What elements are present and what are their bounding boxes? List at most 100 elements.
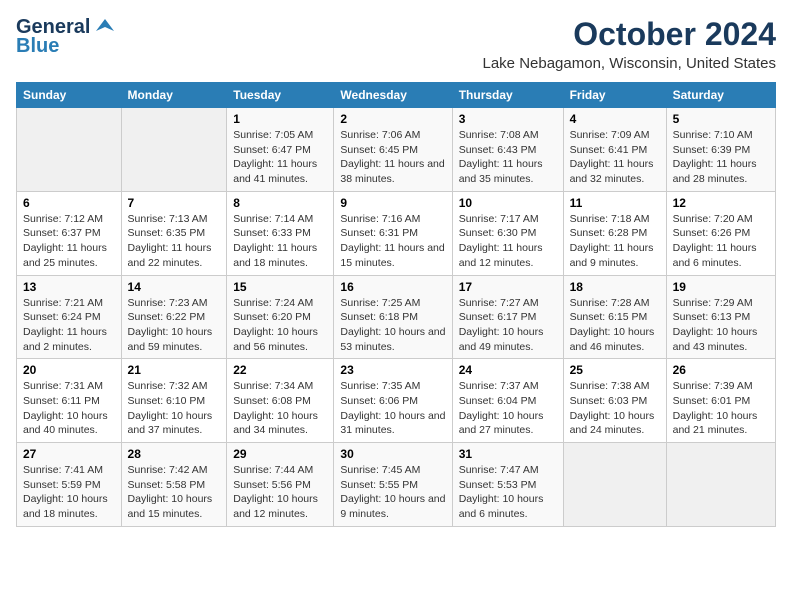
day-number: 1 — [233, 112, 327, 126]
calendar-week-row: 1Sunrise: 7:05 AM Sunset: 6:47 PM Daylig… — [17, 108, 776, 192]
calendar-cell — [563, 443, 666, 527]
day-number: 15 — [233, 280, 327, 294]
calendar-cell — [666, 443, 775, 527]
day-info: Sunrise: 7:27 AM Sunset: 6:17 PM Dayligh… — [459, 296, 557, 355]
logo-bird-icon — [94, 17, 116, 39]
day-info: Sunrise: 7:29 AM Sunset: 6:13 PM Dayligh… — [673, 296, 769, 355]
day-number: 3 — [459, 112, 557, 126]
calendar-cell: 20 Sunrise: 7:31 AM Sunset: 6:11 PM Dayli… — [17, 359, 122, 443]
calendar-cell: 3 Sunrise: 7:08 AM Sunset: 6:43 PM Daylig… — [452, 108, 563, 192]
calendar-cell — [17, 108, 122, 192]
day-number: 19 — [673, 280, 769, 294]
calendar-week-row: 6Sunrise: 7:12 AM Sunset: 6:37 PM Daylig… — [17, 191, 776, 275]
day-header-thursday: Thursday — [452, 83, 563, 108]
calendar-cell: 6Sunrise: 7:12 AM Sunset: 6:37 PM Daylig… — [17, 191, 122, 275]
day-number: 20 — [23, 363, 115, 377]
day-number: 30 — [340, 447, 445, 461]
day-header-sunday: Sunday — [17, 83, 122, 108]
calendar-week-row: 13Sunrise: 7:21 AM Sunset: 6:24 PM Dayli… — [17, 275, 776, 359]
day-info: Sunrise: 7:24 AM Sunset: 6:20 PM Dayligh… — [233, 296, 327, 355]
day-number: 27 — [23, 447, 115, 461]
calendar-cell: 31 Sunrise: 7:47 AM Sunset: 5:53 PM Dayli… — [452, 443, 563, 527]
logo: General Blue — [16, 16, 116, 58]
calendar-week-row: 27 Sunrise: 7:41 AM Sunset: 5:59 PM Dayli… — [17, 443, 776, 527]
day-number: 2 — [340, 112, 445, 126]
day-info: Sunrise: 7:35 AM Sunset: 6:06 PM Dayligh… — [340, 379, 445, 438]
day-number: 24 — [459, 363, 557, 377]
calendar-body: 1Sunrise: 7:05 AM Sunset: 6:47 PM Daylig… — [17, 108, 776, 527]
calendar-cell: 25Sunrise: 7:38 AM Sunset: 6:03 PM Dayli… — [563, 359, 666, 443]
title-area: October 2024 Lake Nebagamon, Wisconsin, … — [483, 16, 777, 72]
calendar-cell: 9 Sunrise: 7:16 AM Sunset: 6:31 PM Daylig… — [334, 191, 452, 275]
calendar-cell: 21Sunrise: 7:32 AM Sunset: 6:10 PM Dayli… — [121, 359, 227, 443]
calendar-cell: 8 Sunrise: 7:14 AM Sunset: 6:33 PM Daylig… — [227, 191, 334, 275]
day-number: 4 — [570, 112, 660, 126]
day-info: Sunrise: 7:08 AM Sunset: 6:43 PM Dayligh… — [459, 128, 557, 187]
day-number: 29 — [233, 447, 327, 461]
day-number: 17 — [459, 280, 557, 294]
day-number: 12 — [673, 196, 769, 210]
calendar-cell: 10 Sunrise: 7:17 AM Sunset: 6:30 PM Dayli… — [452, 191, 563, 275]
calendar-cell: 27 Sunrise: 7:41 AM Sunset: 5:59 PM Dayli… — [17, 443, 122, 527]
day-info: Sunrise: 7:45 AM Sunset: 5:55 PM Dayligh… — [340, 463, 445, 522]
calendar-cell: 29 Sunrise: 7:44 AM Sunset: 5:56 PM Dayli… — [227, 443, 334, 527]
calendar-cell: 24 Sunrise: 7:37 AM Sunset: 6:04 PM Dayli… — [452, 359, 563, 443]
day-header-monday: Monday — [121, 83, 227, 108]
day-info: Sunrise: 7:14 AM Sunset: 6:33 PM Dayligh… — [233, 212, 327, 271]
day-info: Sunrise: 7:41 AM Sunset: 5:59 PM Dayligh… — [23, 463, 115, 522]
day-info: Sunrise: 7:18 AM Sunset: 6:28 PM Dayligh… — [570, 212, 660, 271]
day-number: 11 — [570, 196, 660, 210]
day-number: 9 — [340, 196, 445, 210]
calendar-week-row: 20 Sunrise: 7:31 AM Sunset: 6:11 PM Dayli… — [17, 359, 776, 443]
calendar-table: SundayMondayTuesdayWednesdayThursdayFrid… — [16, 82, 776, 527]
calendar-cell: 16 Sunrise: 7:25 AM Sunset: 6:18 PM Dayli… — [334, 275, 452, 359]
day-number: 23 — [340, 363, 445, 377]
day-info: Sunrise: 7:09 AM Sunset: 6:41 PM Dayligh… — [570, 128, 660, 187]
day-number: 10 — [459, 196, 557, 210]
day-number: 8 — [233, 196, 327, 210]
day-number: 16 — [340, 280, 445, 294]
day-number: 7 — [128, 196, 221, 210]
calendar-cell: 19 Sunrise: 7:29 AM Sunset: 6:13 PM Dayli… — [666, 275, 775, 359]
day-header-tuesday: Tuesday — [227, 83, 334, 108]
day-info: Sunrise: 7:34 AM Sunset: 6:08 PM Dayligh… — [233, 379, 327, 438]
day-info: Sunrise: 7:20 AM Sunset: 6:26 PM Dayligh… — [673, 212, 769, 271]
day-number: 22 — [233, 363, 327, 377]
calendar-header-row: SundayMondayTuesdayWednesdayThursdayFrid… — [17, 83, 776, 108]
calendar-title: October 2024 — [483, 16, 777, 53]
day-info: Sunrise: 7:23 AM Sunset: 6:22 PM Dayligh… — [128, 296, 221, 355]
calendar-cell: 14Sunrise: 7:23 AM Sunset: 6:22 PM Dayli… — [121, 275, 227, 359]
calendar-cell: 11 Sunrise: 7:18 AM Sunset: 6:28 PM Dayli… — [563, 191, 666, 275]
day-header-wednesday: Wednesday — [334, 83, 452, 108]
day-info: Sunrise: 7:25 AM Sunset: 6:18 PM Dayligh… — [340, 296, 445, 355]
day-number: 6 — [23, 196, 115, 210]
calendar-cell: 30 Sunrise: 7:45 AM Sunset: 5:55 PM Dayli… — [334, 443, 452, 527]
day-number: 5 — [673, 112, 769, 126]
day-number: 25 — [570, 363, 660, 377]
calendar-cell: 12 Sunrise: 7:20 AM Sunset: 6:26 PM Dayli… — [666, 191, 775, 275]
calendar-cell: 26Sunrise: 7:39 AM Sunset: 6:01 PM Dayli… — [666, 359, 775, 443]
calendar-cell — [121, 108, 227, 192]
calendar-cell: 17 Sunrise: 7:27 AM Sunset: 6:17 PM Dayli… — [452, 275, 563, 359]
day-number: 28 — [128, 447, 221, 461]
calendar-cell: 7Sunrise: 7:13 AM Sunset: 6:35 PM Daylig… — [121, 191, 227, 275]
day-info: Sunrise: 7:32 AM Sunset: 6:10 PM Dayligh… — [128, 379, 221, 438]
day-info: Sunrise: 7:21 AM Sunset: 6:24 PM Dayligh… — [23, 296, 115, 355]
day-info: Sunrise: 7:44 AM Sunset: 5:56 PM Dayligh… — [233, 463, 327, 522]
calendar-cell: 15 Sunrise: 7:24 AM Sunset: 6:20 PM Dayli… — [227, 275, 334, 359]
calendar-cell: 4 Sunrise: 7:09 AM Sunset: 6:41 PM Daylig… — [563, 108, 666, 192]
day-number: 31 — [459, 447, 557, 461]
calendar-subtitle: Lake Nebagamon, Wisconsin, United States — [483, 55, 777, 72]
day-info: Sunrise: 7:17 AM Sunset: 6:30 PM Dayligh… — [459, 212, 557, 271]
day-info: Sunrise: 7:06 AM Sunset: 6:45 PM Dayligh… — [340, 128, 445, 187]
calendar-cell: 28Sunrise: 7:42 AM Sunset: 5:58 PM Dayli… — [121, 443, 227, 527]
day-info: Sunrise: 7:28 AM Sunset: 6:15 PM Dayligh… — [570, 296, 660, 355]
day-info: Sunrise: 7:37 AM Sunset: 6:04 PM Dayligh… — [459, 379, 557, 438]
calendar-cell: 18Sunrise: 7:28 AM Sunset: 6:15 PM Dayli… — [563, 275, 666, 359]
calendar-cell: 23 Sunrise: 7:35 AM Sunset: 6:06 PM Dayli… — [334, 359, 452, 443]
day-info: Sunrise: 7:16 AM Sunset: 6:31 PM Dayligh… — [340, 212, 445, 271]
page-header: General Blue October 2024 Lake Nebagamon… — [16, 16, 776, 72]
calendar-cell: 22 Sunrise: 7:34 AM Sunset: 6:08 PM Dayli… — [227, 359, 334, 443]
day-info: Sunrise: 7:47 AM Sunset: 5:53 PM Dayligh… — [459, 463, 557, 522]
day-info: Sunrise: 7:31 AM Sunset: 6:11 PM Dayligh… — [23, 379, 115, 438]
